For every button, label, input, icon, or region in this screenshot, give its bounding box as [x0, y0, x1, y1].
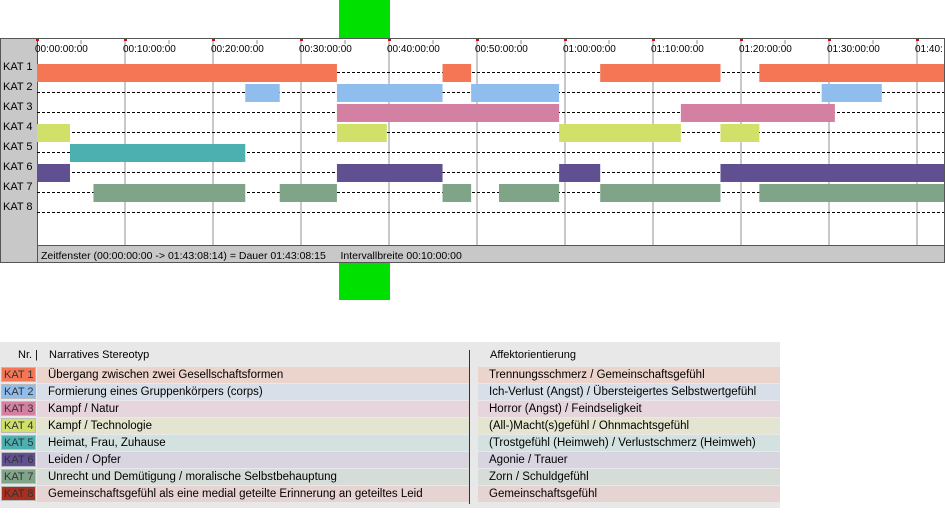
- segment-bar: [336, 84, 443, 102]
- row-label: KAT 3: [3, 101, 33, 113]
- segment-bar: [70, 144, 246, 162]
- affekt-cell: Gemeinschaftsgefühl: [478, 486, 780, 502]
- tick-mark: [300, 39, 303, 41]
- stereotyp-cell: Übergang zwischen zwei Gesellschaftsform…: [37, 367, 469, 383]
- segment-bar: [759, 64, 944, 82]
- segment-bar: [600, 64, 721, 82]
- affekt-cell: (All-)Macht(s)gefühl / Ohnmachtsgefühl: [478, 418, 780, 434]
- tick-mark: [124, 39, 127, 41]
- category-badge: KAT 3: [1, 401, 36, 416]
- legend-row: KAT 8 Gemeinschaftsgefühl als eine medial…: [0, 486, 780, 502]
- affekt-cell: (Trostgefühl (Heimweh) / Verlustschmerz …: [478, 435, 780, 451]
- time-tick-label: 00:00:00:00: [35, 44, 88, 55]
- stereotyp-cell: Gemeinschaftsgefühl als eine medial gete…: [37, 486, 469, 502]
- affekt-cell: Trennungsschmerz / Gemeinschaftsgefühl: [478, 367, 780, 383]
- tick-mark: [828, 39, 831, 41]
- segment-bar: [720, 164, 944, 182]
- segment-bar: [37, 124, 70, 142]
- tick-mark: [916, 39, 919, 41]
- status-text: Zeitfenster (00:00:00:00 -> 01:43:08:14)…: [41, 250, 462, 262]
- segment-bar: [442, 184, 472, 202]
- time-tick-label: 00:50:00:00: [475, 44, 528, 55]
- segment-bar: [499, 184, 560, 202]
- stereotyp-cell: Formierung eines Gruppenkörpers (corps): [37, 384, 469, 400]
- time-tick-label: 01:10:00:00: [651, 44, 704, 55]
- category-badge: KAT 1: [1, 367, 36, 382]
- segment-bar: [759, 184, 944, 202]
- segment-bar: [37, 164, 70, 182]
- row-label: KAT 7: [3, 181, 33, 193]
- category-legend: Nr. | Narratives Stereotyp Affektorienti…: [0, 342, 780, 508]
- row-label: KAT 4: [3, 121, 33, 133]
- segment-bar: [336, 124, 387, 142]
- segment-bar: [680, 104, 835, 122]
- stereotyp-cell: Heimat, Frau, Zuhause: [37, 435, 469, 451]
- tick-mark: [212, 39, 215, 41]
- stereotyp-cell: Leiden / Opfer: [37, 452, 469, 468]
- segment-bar: [279, 184, 337, 202]
- affekt-cell: Ich-Verlust (Angst) / Übersteigertes Sel…: [478, 384, 780, 400]
- segment-bar: [336, 164, 443, 182]
- affekt-cell: Horror (Angst) / Feindseligkeit: [478, 401, 780, 417]
- legend-header-nr: Nr. |: [18, 349, 38, 361]
- category-badge: KAT 5: [1, 435, 36, 450]
- timeline-chart: 00:00:00:00 00:10:00:00 00:20:00:00 00:30:0…: [0, 0, 945, 300]
- segment-bar: [442, 64, 472, 82]
- playhead-marker-top: [339, 0, 390, 38]
- category-badge: KAT 4: [1, 418, 36, 433]
- segment-bar: [336, 104, 560, 122]
- category-badge: KAT 7: [1, 469, 36, 484]
- time-tick-label: 00:40:00:00: [387, 44, 440, 55]
- row-label: KAT 2: [3, 81, 33, 93]
- legend-row: KAT 1 Übergang zwischen zwei Gesellschaft…: [0, 367, 780, 383]
- segment-bar: [245, 84, 280, 102]
- segment-bar: [559, 164, 601, 182]
- tick-mark: [564, 39, 567, 41]
- tick-mark: [388, 39, 391, 41]
- segment-bar: [559, 124, 681, 142]
- legend-row: KAT 4 Kampf / Technologie (All-)Macht(s)ge…: [0, 418, 780, 434]
- segment-bar: [720, 124, 760, 142]
- legend-header-stereotyp: Narratives Stereotyp: [49, 349, 150, 361]
- legend-row: KAT 7 Unrecht und Demütigung / moralische…: [0, 469, 780, 485]
- legend-row: KAT 5 Heimat, Frau, Zuhause (Trostgefühl (…: [0, 435, 780, 451]
- category-badge: KAT 6: [1, 452, 36, 467]
- stereotyp-cell: Kampf / Technologie: [37, 418, 469, 434]
- affekt-cell: Zorn / Schuldgefühl: [478, 469, 780, 485]
- row-label: KAT 6: [3, 161, 33, 173]
- category-badge: KAT 8: [1, 486, 36, 501]
- tick-mark: [652, 39, 655, 41]
- playhead-marker-bottom: [339, 263, 390, 300]
- tick-mark: [476, 39, 479, 41]
- stereotyp-cell: Unrecht und Demütigung / moralische Selb…: [37, 469, 469, 485]
- segment-bar: [471, 84, 560, 102]
- legend-row: KAT 3 Kampf / Natur Horror (Angst) / Feind…: [0, 401, 780, 417]
- segment-bar: [821, 84, 882, 102]
- segment-bar: [93, 184, 246, 202]
- segment-bar: [600, 184, 721, 202]
- tick-mark: [36, 39, 39, 41]
- row-label: KAT 8: [3, 201, 33, 213]
- time-tick-label: 01:00:00:00: [563, 44, 616, 55]
- time-tick-label: 01:20:00:00: [739, 44, 792, 55]
- legend-header-affekt: Affektorientierung: [490, 349, 577, 361]
- legend-row: KAT 6 Leiden / Opfer Agonie / Trauer: [0, 452, 780, 468]
- time-tick-label: 01:30:00:00: [827, 44, 880, 55]
- segment-bar: [37, 64, 337, 82]
- time-tick-label: 00:30:00:00: [299, 44, 352, 55]
- tick-mark: [740, 39, 743, 41]
- category-badge: KAT 2: [1, 384, 36, 399]
- legend-row: KAT 2 Formierung eines Gruppenkörpers (co…: [0, 384, 780, 400]
- time-tick-label: 00:20:00:00: [211, 44, 264, 55]
- row-label: KAT 5: [3, 141, 33, 153]
- time-tick-label: 00:10:00:00: [123, 44, 176, 55]
- affekt-cell: Agonie / Trauer: [478, 452, 780, 468]
- stereotyp-cell: Kampf / Natur: [37, 401, 469, 417]
- row-label: KAT 1: [3, 61, 33, 73]
- time-tick-label: 01:40:: [915, 44, 943, 55]
